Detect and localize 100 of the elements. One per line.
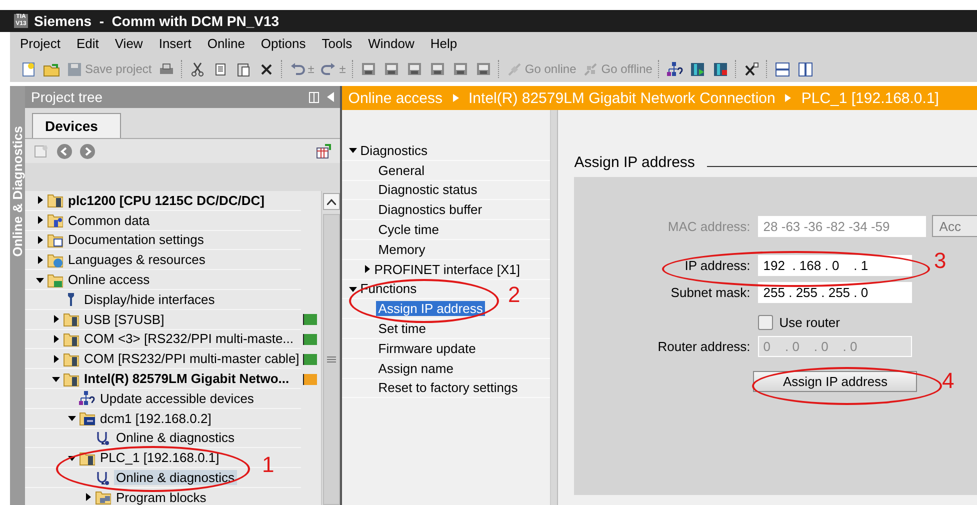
menu-item[interactable]: Project (20, 36, 60, 54)
expand-arrow-icon[interactable] (363, 265, 372, 274)
tree-item[interactable]: PLC_1 [192.168.0.1] (98, 450, 222, 466)
forward-icon[interactable] (79, 142, 96, 160)
nav-item[interactable]: General (376, 162, 427, 178)
split-icon[interactable] (774, 60, 792, 78)
nav-group[interactable]: Functions (358, 281, 419, 296)
tree-item[interactable]: dcm1 [192.168.0.2] (98, 410, 214, 426)
expand-arrow-icon[interactable] (84, 493, 92, 502)
scroll-up-icon[interactable] (326, 198, 336, 204)
folder-icon (63, 350, 79, 367)
tree-item[interactable]: Online access (66, 272, 152, 288)
nav-item[interactable]: Cycle time (376, 222, 441, 238)
stethoscope-icon (95, 430, 111, 446)
device-icon[interactable] (452, 60, 469, 78)
back-icon[interactable] (56, 142, 73, 160)
network-card-icon (303, 334, 318, 345)
nav-item[interactable]: Assign IP address (376, 301, 485, 316)
expand-arrow-icon[interactable] (36, 216, 44, 224)
paste-icon[interactable] (234, 60, 252, 78)
checkbox-label: Use router (779, 315, 840, 330)
tree-item[interactable]: USB [S7USB] (82, 312, 166, 327)
table-icon[interactable] (315, 142, 332, 160)
tree-item[interactable]: Common data (66, 212, 152, 228)
annotation-number: 3 (934, 248, 946, 274)
menu-item[interactable]: Insert (158, 36, 192, 54)
expand-arrow-icon[interactable] (36, 256, 44, 264)
tree-item[interactable]: Update accessible devices (98, 390, 256, 406)
device-icon[interactable] (406, 60, 423, 78)
tree-item[interactable]: Program blocks (114, 490, 208, 505)
menu-item[interactable]: Window (368, 36, 414, 54)
collapse-arrow-icon[interactable] (52, 374, 60, 383)
device-icon[interactable] (474, 60, 492, 78)
new-document-icon[interactable] (20, 60, 37, 78)
network-card-icon (303, 354, 318, 365)
nav-item[interactable]: Assign name (376, 360, 456, 376)
nav-item[interactable]: Diagnostics buffer (376, 202, 484, 218)
folder-icon (63, 370, 79, 387)
ip-field[interactable]: 192 . 168 . 0 . 1 (758, 255, 912, 276)
grip-icon (326, 356, 336, 363)
field-label: Subnet mask: (670, 285, 752, 300)
nav-item[interactable]: Diagnostic status (376, 182, 480, 198)
nav-item[interactable]: Memory (376, 242, 428, 257)
expand-arrow-icon[interactable] (36, 196, 44, 204)
menu-item[interactable]: Options (260, 36, 306, 54)
scissors-icon[interactable] (188, 60, 206, 78)
folder-icon (79, 450, 95, 466)
folder-icon (47, 212, 63, 228)
tree-item[interactable]: Online & diagnostics (114, 430, 237, 446)
collapse-arrow-icon[interactable] (349, 284, 358, 293)
nav-item[interactable]: Reset to factory settings (376, 380, 520, 396)
tree-item[interactable]: plc1200 [CPU 1215C DC/DC/DC] (66, 192, 267, 208)
scrollbar[interactable] (321, 191, 340, 505)
assign-ip-button[interactable]: Assign IP address (753, 371, 918, 392)
tree-item[interactable]: Languages & resources (66, 252, 208, 268)
collapse-arrow-icon[interactable] (68, 454, 76, 462)
field-label: IP address: (684, 258, 752, 273)
section-title: Assign IP address (574, 154, 695, 171)
menu-item[interactable]: Help (430, 36, 458, 54)
nav-item[interactable]: PROFINET interface [X1] (372, 262, 522, 277)
close-icon[interactable] (743, 60, 760, 78)
expand-arrow-icon[interactable] (36, 236, 44, 244)
network-icon (79, 390, 95, 406)
tree-item[interactable]: COM [RS232/PPI multi-master cable] (82, 351, 302, 366)
tree-item[interactable]: Intel(R) 82579LM Gigabit Netwo... (82, 371, 292, 386)
folder-icon (47, 272, 63, 288)
device-icon[interactable] (382, 60, 400, 78)
collapse-arrow-icon[interactable] (36, 276, 44, 284)
network-card-icon (303, 374, 318, 385)
nav-group[interactable]: Diagnostics (358, 142, 430, 158)
folder-icon (47, 192, 63, 208)
tree-item[interactable]: Documentation settings (66, 232, 206, 248)
device-icon[interactable] (428, 60, 446, 78)
tree-item[interactable]: COM <3> [RS232/PPI multi-maste... (82, 331, 296, 346)
checkbox[interactable] (758, 315, 774, 330)
tree-item[interactable]: Display/hide interfaces (82, 292, 217, 307)
tree-item[interactable]: Online & diagnostics (114, 470, 237, 486)
expand-arrow-icon[interactable] (52, 315, 60, 324)
expand-arrow-icon[interactable] (52, 354, 60, 363)
collapse-arrow-icon[interactable] (349, 146, 358, 154)
start-icon[interactable] (689, 60, 706, 78)
split-icon[interactable] (797, 60, 814, 78)
mask-field[interactable]: 255 . 255 . 255 . 0 (758, 282, 912, 303)
annotation-number: 2 (508, 282, 520, 308)
field-label: Router address: (656, 339, 752, 354)
expand-arrow-icon[interactable] (52, 334, 60, 343)
collapse-arrow-icon[interactable] (68, 414, 76, 422)
network-icon[interactable] (666, 60, 684, 78)
folder-icon (63, 311, 79, 328)
menu-item[interactable]: View (114, 36, 143, 54)
stop-icon[interactable] (712, 60, 730, 78)
menu-item[interactable]: Tools (322, 36, 352, 54)
menu-item[interactable]: Edit (76, 36, 99, 54)
device-icon[interactable] (360, 60, 377, 78)
folder-icon (47, 252, 63, 268)
menu-item[interactable]: Online (207, 36, 245, 54)
folder-icon (79, 410, 95, 426)
nav-item[interactable]: Firmware update (376, 340, 478, 356)
nav-item[interactable]: Set time (376, 321, 428, 336)
tab[interactable]: Devices (32, 113, 121, 138)
